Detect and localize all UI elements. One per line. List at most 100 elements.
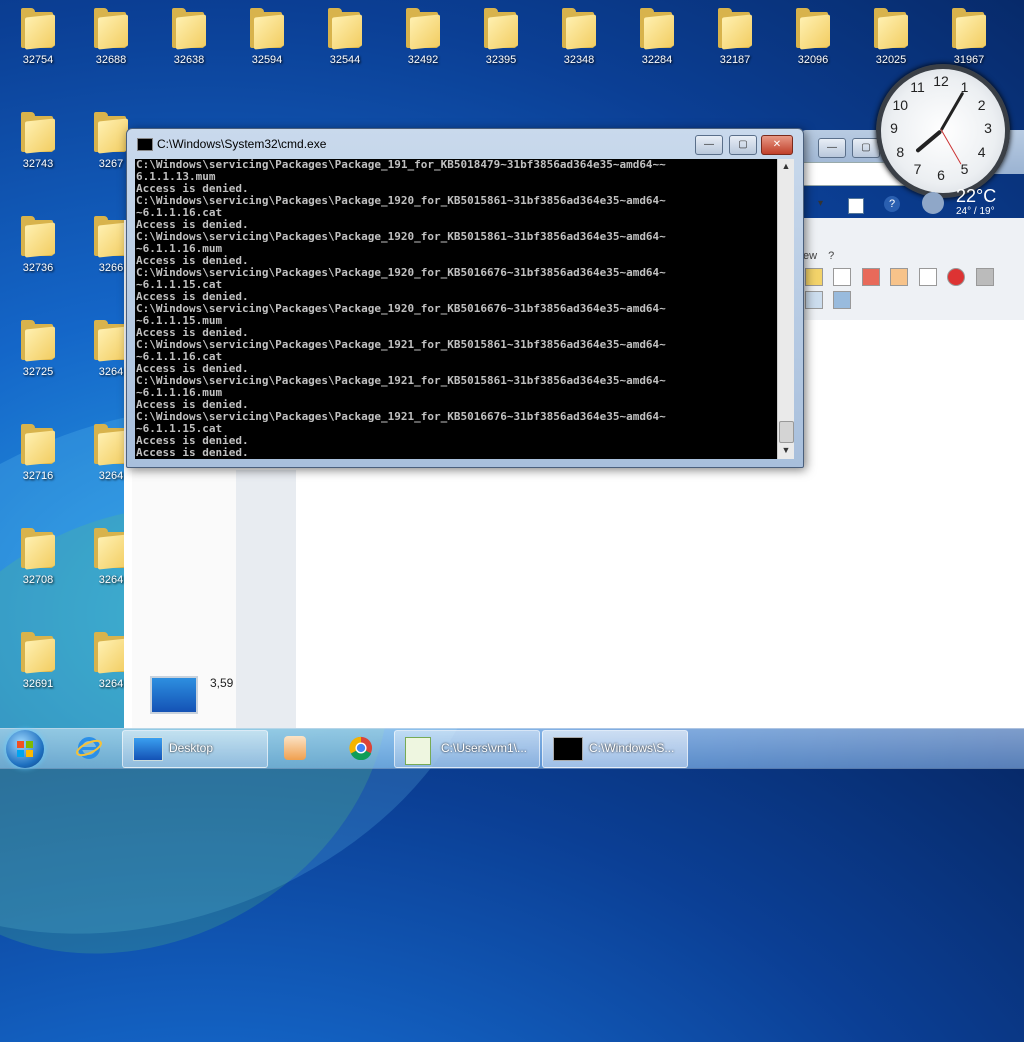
scroll-up-icon[interactable]: ▲ xyxy=(780,161,792,173)
taskbar-internet-explorer[interactable] xyxy=(66,730,112,766)
desktop-folder-icon[interactable]: 32025 xyxy=(861,0,921,70)
desktop-folder-icon[interactable]: 32754 xyxy=(8,0,68,70)
scroll-down-icon[interactable]: ▼ xyxy=(780,445,792,457)
toolbar-delete-icon[interactable] xyxy=(861,268,880,286)
folder-label: 32638 xyxy=(173,54,205,66)
clock-number: 3 xyxy=(984,120,992,136)
desktop-folder-icon[interactable]: 32638 xyxy=(159,0,219,70)
folder-label: 32348 xyxy=(563,54,595,66)
desktop-folder-icon[interactable]: 32736 xyxy=(8,208,68,278)
clock-number: 11 xyxy=(910,79,925,96)
clock-number: 8 xyxy=(896,143,905,160)
taskbar-notepad-plus-plus[interactable]: C:\Users\vm1\... xyxy=(394,730,540,768)
toolbar-copy-icon[interactable] xyxy=(833,268,852,286)
explorer-column-strip xyxy=(236,470,296,728)
windows-start-icon[interactable] xyxy=(6,730,44,768)
menu-item-help[interactable]: ? xyxy=(828,250,834,262)
desktop-folder-icon[interactable]: 32348 xyxy=(549,0,609,70)
folder-icon xyxy=(21,112,55,154)
folder-icon xyxy=(21,320,55,362)
folder-icon xyxy=(21,8,55,50)
help-icon[interactable]: ? xyxy=(884,196,900,212)
taskbar-cmd[interactable]: C:\Windows\S... xyxy=(542,730,688,768)
view-dropdown-icon[interactable]: ▾ xyxy=(818,198,823,209)
toolbar-open-icon[interactable] xyxy=(805,268,823,286)
taskbar-desktop-label: Desktop xyxy=(169,741,214,755)
desktop-folder-icon[interactable]: 32284 xyxy=(627,0,687,70)
preview-pane-icon[interactable] xyxy=(848,198,864,214)
desktop-folder-icon[interactable]: 32691 xyxy=(8,624,68,694)
notepad-plus-plus-icon xyxy=(405,737,431,765)
cmd-output: C:\Windows\servicing\Packages\Package_19… xyxy=(136,159,666,459)
chrome-icon xyxy=(349,736,373,760)
cmd-minimize-button[interactable]: — xyxy=(695,135,723,155)
taskbar-cmd-label: C:\Windows\S... xyxy=(589,741,675,755)
folder-icon xyxy=(94,424,128,466)
desktop-folder-icon[interactable]: 32594 xyxy=(237,0,297,70)
folder-label: 32395 xyxy=(485,54,517,66)
folder-label: 32688 xyxy=(95,54,127,66)
command-prompt-icon xyxy=(553,737,583,761)
clock-number: 12 xyxy=(933,73,949,89)
desktop-folder-icon[interactable]: 32395 xyxy=(471,0,531,70)
clock-minute-hand xyxy=(939,91,965,132)
folder-label: 32691 xyxy=(22,678,54,690)
desktop-folder-icon[interactable]: 32725 xyxy=(8,312,68,382)
clock-number: 6 xyxy=(937,167,945,183)
cmd-window[interactable]: C:\Windows\System32\cmd.exe — ▢ ✕ C:\Win… xyxy=(126,128,804,468)
cmd-console[interactable]: C:\Windows\servicing\Packages\Package_19… xyxy=(135,159,777,459)
folder-label: 32716 xyxy=(22,470,54,482)
desktop-folder-icon[interactable]: 32708 xyxy=(8,520,68,590)
folder-icon xyxy=(94,632,128,674)
toolbar-stop-icon[interactable] xyxy=(975,268,994,286)
folder-icon xyxy=(796,8,830,50)
clock-second-hand xyxy=(940,129,962,165)
weather-range: 24° / 19° xyxy=(956,206,995,217)
folder-label: 32594 xyxy=(251,54,283,66)
folder-icon xyxy=(21,528,55,570)
folder-label: 32725 xyxy=(22,366,54,378)
taskbar-desktop[interactable]: Desktop xyxy=(122,730,268,768)
cmd-scrollbar[interactable]: ▲ ▼ xyxy=(777,159,794,459)
menu-item-view[interactable]: ew xyxy=(803,250,817,262)
background-app-window[interactable]: ew ? xyxy=(800,218,1024,320)
file-thumbnail[interactable] xyxy=(150,676,198,714)
desktop-folder-icon[interactable]: 32688 xyxy=(81,0,141,70)
folder-label: 32754 xyxy=(22,54,54,66)
folder-icon xyxy=(172,8,206,50)
folder-icon xyxy=(406,8,440,50)
desktop-folder-icon[interactable]: 32096 xyxy=(783,0,843,70)
toolbar-eye-icon[interactable] xyxy=(918,268,937,286)
taskbar-media-player[interactable] xyxy=(272,730,318,766)
weather-temperature: 22°C xyxy=(956,186,997,206)
folder-icon xyxy=(484,8,518,50)
folder-label: 32284 xyxy=(641,54,673,66)
weather-gadget[interactable]: 22°C 24° / 19° xyxy=(922,186,1022,220)
taskbar-chrome[interactable] xyxy=(338,730,384,766)
desktop-folder-icon[interactable]: 32492 xyxy=(393,0,453,70)
toolbar-folder-icon[interactable] xyxy=(890,268,909,286)
folder-icon xyxy=(250,8,284,50)
cmd-scrollbar-thumb[interactable] xyxy=(779,421,794,443)
weather-icon xyxy=(922,192,944,214)
cmd-close-button[interactable]: ✕ xyxy=(761,135,793,155)
clock-number: 2 xyxy=(977,96,986,113)
desktop-folder-icon[interactable]: 32544 xyxy=(315,0,375,70)
explorer-minimize-button[interactable]: — xyxy=(818,138,846,158)
file-size-text: 3,59 xyxy=(210,676,234,690)
folder-icon xyxy=(21,216,55,258)
cmd-maximize-button[interactable]: ▢ xyxy=(729,135,757,155)
clock-gadget[interactable]: 12 1 2 3 4 5 6 7 8 9 10 11 xyxy=(876,64,1010,198)
clock-number: 9 xyxy=(890,120,898,136)
desktop-folder-icon[interactable]: 32716 xyxy=(8,416,68,486)
toolbar-play-icon[interactable] xyxy=(805,291,823,309)
folder-label: 32025 xyxy=(875,54,907,66)
toolbar-fast-forward-icon[interactable] xyxy=(833,291,852,309)
media-player-icon xyxy=(284,736,306,760)
desktop-folder-icon[interactable]: 32187 xyxy=(705,0,765,70)
desktop-folder-icon[interactable]: 32743 xyxy=(8,104,68,174)
taskbar-notepad-label: C:\Users\vm1\... xyxy=(441,741,528,755)
toolbar-record-icon[interactable] xyxy=(947,268,966,286)
desktop-folder-icon[interactable]: 31967 xyxy=(939,0,999,70)
clock-number: 4 xyxy=(977,143,986,160)
